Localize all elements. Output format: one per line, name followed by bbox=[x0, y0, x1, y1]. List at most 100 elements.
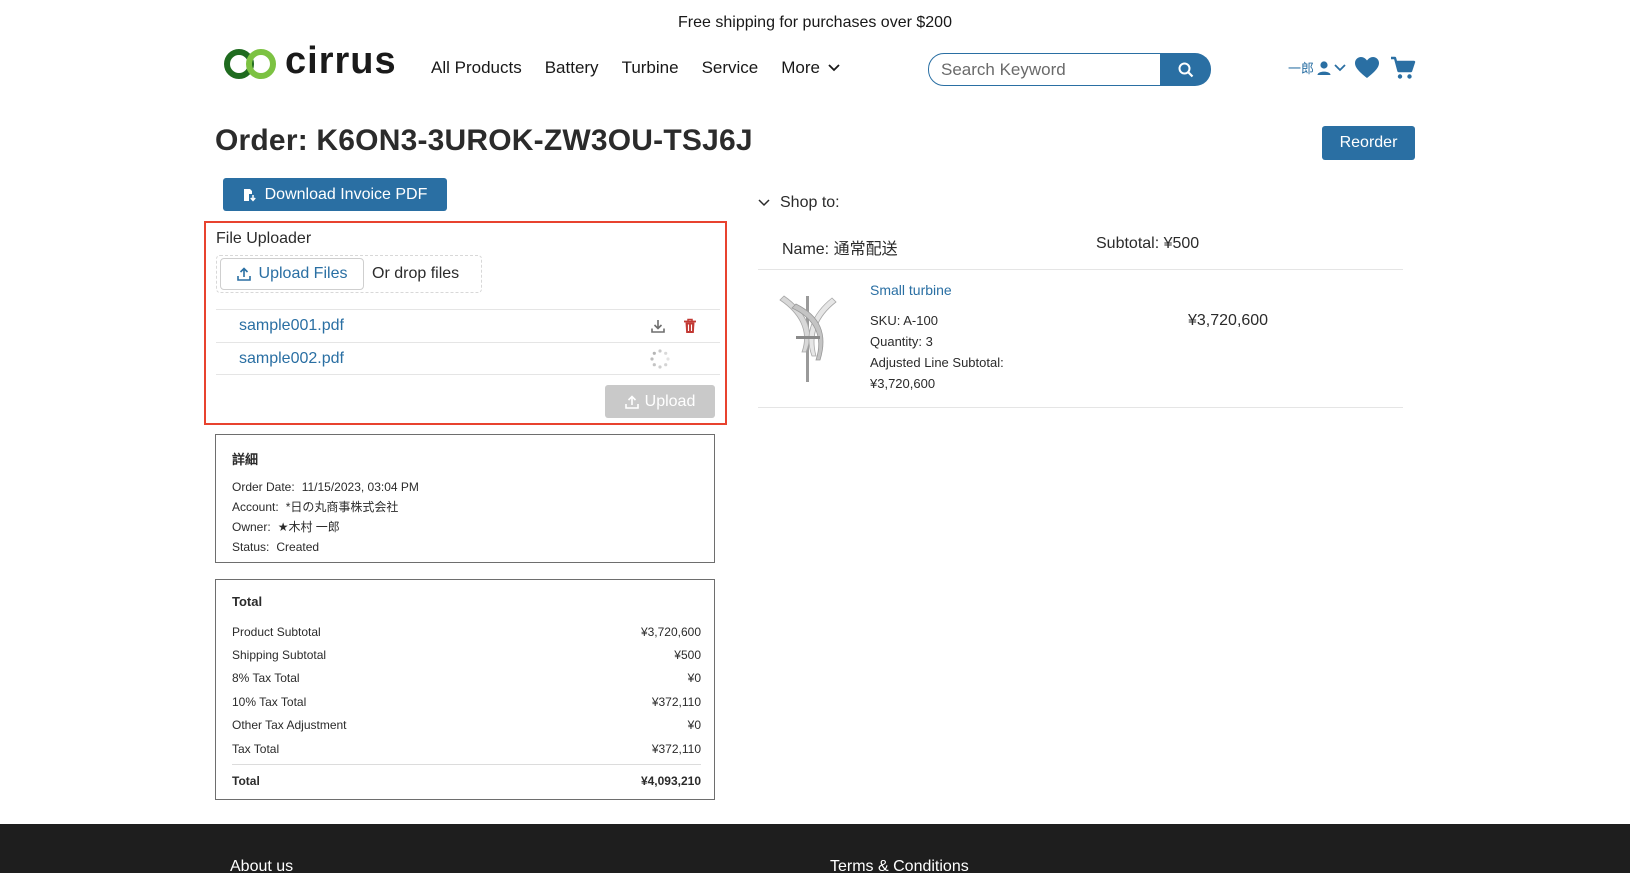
detail-value: Created bbox=[276, 540, 320, 554]
total-key: Shipping Subtotal bbox=[232, 648, 327, 663]
divider bbox=[758, 407, 1403, 408]
user-menu[interactable]: 一郎 bbox=[1288, 58, 1346, 77]
total-key: Other Tax Adjustment bbox=[232, 718, 347, 733]
details-card: 詳細 Order Date: 11/15/2023, 03:04 PM Accou… bbox=[215, 434, 715, 563]
total-row: Product Subtotal ¥3,720,600 bbox=[232, 620, 701, 643]
detail-row: Owner: ★木村 一郎 bbox=[232, 517, 419, 537]
chevron-down-icon bbox=[1334, 63, 1346, 71]
nav-battery[interactable]: Battery bbox=[545, 58, 599, 78]
totals-card: Total Product Subtotal ¥3,720,600 Shippin… bbox=[215, 579, 715, 800]
adjusted-subtotal-label: Adjusted Line Subtotal: bbox=[870, 355, 1004, 370]
drop-files-text: Or drop files bbox=[372, 265, 460, 282]
grand-total-row: Total ¥4,093,210 bbox=[232, 764, 701, 792]
shipto-name: Name: 通常配送 bbox=[782, 241, 898, 258]
file-name-link[interactable]: sample002.pdf bbox=[239, 350, 344, 368]
detail-key: Account: bbox=[232, 500, 279, 514]
detail-key: Owner: bbox=[232, 520, 271, 534]
chevron-down-icon bbox=[828, 64, 840, 72]
search-input[interactable] bbox=[928, 53, 1161, 86]
cart-icon[interactable] bbox=[1390, 56, 1416, 80]
logo-mark-icon bbox=[224, 49, 276, 79]
heart-icon[interactable] bbox=[1354, 56, 1380, 80]
nav-service[interactable]: Service bbox=[702, 58, 759, 78]
divider bbox=[758, 269, 1403, 270]
document-download-icon bbox=[243, 188, 256, 202]
detail-value: ★木村 一郎 bbox=[277, 520, 340, 534]
shipto-heading: Shop to: bbox=[780, 194, 840, 211]
total-key: 10% Tax Total bbox=[232, 694, 307, 709]
detail-value: *日の丸商事株式会社 bbox=[285, 500, 399, 514]
total-row: Other Tax Adjustment ¥0 bbox=[232, 714, 701, 737]
file-row: sample001.pdf bbox=[216, 309, 720, 342]
loading-spinner-icon bbox=[650, 349, 670, 369]
file-list: sample001.pdf sample002.pdf bbox=[216, 309, 720, 375]
nav-more-label: More bbox=[781, 58, 820, 77]
user-icon bbox=[1317, 60, 1331, 75]
total-row: Shipping Subtotal ¥500 bbox=[232, 643, 701, 666]
total-row: 10% Tax Total ¥372,110 bbox=[232, 690, 701, 713]
nav-all-products[interactable]: All Products bbox=[431, 58, 522, 78]
total-value: ¥0 bbox=[687, 671, 701, 686]
total-key: 8% Tax Total bbox=[232, 671, 300, 686]
upload-files-label: Upload Files bbox=[258, 265, 348, 282]
grand-total-value: ¥4,093,210 bbox=[640, 773, 701, 788]
search-button[interactable] bbox=[1161, 53, 1211, 86]
total-value: ¥0 bbox=[687, 718, 701, 733]
promo-banner: Free shipping for purchases over $200 bbox=[678, 14, 952, 31]
detail-key: Order Date: bbox=[232, 480, 295, 494]
page-title: Order: K6ON3-3UROK-ZW3OU-TSJ6J bbox=[215, 124, 753, 157]
main-nav: All Products Battery Turbine Service Mor… bbox=[431, 58, 840, 78]
details-title: 詳細 bbox=[232, 452, 259, 467]
detail-row: Account: *日の丸商事株式会社 bbox=[232, 497, 419, 517]
total-row: Tax Total ¥372,110 bbox=[232, 737, 701, 760]
logo[interactable]: cirrus bbox=[221, 40, 397, 84]
total-value: ¥500 bbox=[674, 648, 701, 663]
totals-list: Product Subtotal ¥3,720,600 Shipping Subt… bbox=[232, 620, 701, 792]
download-invoice-label: Download Invoice PDF bbox=[264, 185, 428, 203]
file-uploader-label: File Uploader bbox=[216, 230, 312, 247]
file-uploader: File Uploader Upload Files Or drop files… bbox=[204, 221, 727, 425]
upload-files-button[interactable]: Upload Files bbox=[220, 258, 364, 290]
footer-about-link[interactable]: About us bbox=[230, 858, 293, 873]
detail-key: Status: bbox=[232, 540, 270, 554]
delete-icon[interactable] bbox=[683, 318, 697, 334]
details-list: Order Date: 11/15/2023, 03:04 PM Account:… bbox=[232, 477, 419, 557]
upload-icon bbox=[236, 267, 251, 281]
logo-text: cirrus bbox=[285, 39, 397, 82]
total-key: Product Subtotal bbox=[232, 624, 321, 639]
site-footer: About us Terms & Conditions bbox=[0, 824, 1630, 873]
footer-terms-link[interactable]: Terms & Conditions bbox=[830, 858, 969, 873]
file-name-link[interactable]: sample001.pdf bbox=[239, 317, 344, 335]
product-sku: SKU: A-100 bbox=[870, 313, 938, 328]
total-value: ¥3,720,600 bbox=[640, 624, 701, 639]
grand-total-key: Total bbox=[232, 773, 260, 788]
adjusted-subtotal-value: ¥3,720,600 bbox=[870, 376, 936, 391]
reorder-button[interactable]: Reorder bbox=[1322, 126, 1415, 160]
user-name: 一郎 bbox=[1288, 61, 1315, 76]
detail-row: Order Date: 11/15/2023, 03:04 PM bbox=[232, 477, 419, 497]
upload-button[interactable]: Upload bbox=[605, 385, 715, 418]
total-value: ¥372,110 bbox=[651, 694, 701, 709]
shipto-subtotal: Subtotal: ¥500 bbox=[1096, 235, 1200, 252]
download-invoice-button[interactable]: Download Invoice PDF bbox=[223, 178, 447, 211]
shipto-toggle[interactable]: Shop to: bbox=[758, 194, 840, 212]
turbine-image[interactable] bbox=[776, 290, 840, 382]
site-header: cirrus All Products Battery Turbine Serv… bbox=[0, 40, 1630, 94]
total-key: Tax Total bbox=[232, 741, 280, 756]
search-bar bbox=[928, 53, 1211, 86]
chevron-down-icon bbox=[758, 199, 770, 207]
upload-icon bbox=[624, 394, 639, 409]
nav-turbine[interactable]: Turbine bbox=[622, 58, 679, 78]
product-quantity: Quantity: 3 bbox=[870, 334, 933, 349]
nav-more[interactable]: More bbox=[781, 58, 840, 78]
total-row: 8% Tax Total ¥0 bbox=[232, 667, 701, 690]
search-icon bbox=[1178, 62, 1194, 77]
download-icon[interactable] bbox=[650, 318, 666, 334]
total-value: ¥372,110 bbox=[651, 741, 701, 756]
upload-label: Upload bbox=[644, 392, 696, 410]
product-meta: SKU: A-100 Quantity: 3 Adjusted Line Sub… bbox=[870, 310, 1004, 394]
product-price: ¥3,720,600 bbox=[1188, 312, 1269, 329]
file-dropzone[interactable]: Upload Files Or drop files bbox=[216, 255, 482, 293]
product-name-link[interactable]: Small turbine bbox=[870, 282, 952, 298]
totals-title: Total bbox=[232, 594, 263, 609]
